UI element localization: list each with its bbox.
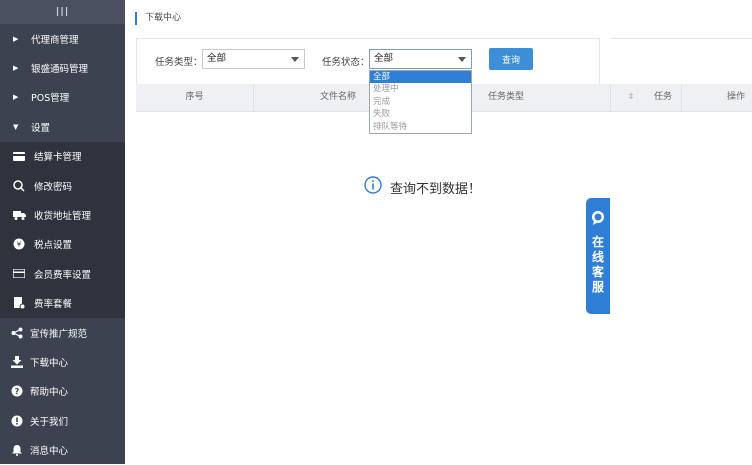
caret-down-icon: ▼ <box>13 122 19 131</box>
chevron-down-icon <box>458 57 466 62</box>
sidebar-item-label: 代理商管理 <box>31 34 79 46</box>
column-divider <box>681 84 682 111</box>
key-icon <box>12 179 26 193</box>
task-status-value: 全部 <box>374 53 394 64</box>
info-icon <box>364 176 382 198</box>
chevron-down-icon <box>291 57 299 62</box>
sidebar-item-settings[interactable]: ▼ 设置 <box>0 112 125 141</box>
sidebar-item-label: 结算卡管理 <box>34 152 82 164</box>
sidebar-item-change-password[interactable]: 修改密码 <box>0 170 125 201</box>
caret-right-icon: ▶ <box>13 64 19 73</box>
dropdown-option-failed[interactable]: 失败 <box>370 108 471 120</box>
empty-state: 查询不到数据！ <box>364 176 481 198</box>
dropdown-option-complete[interactable]: 完成 <box>370 96 471 108</box>
column-divider <box>610 84 611 111</box>
sidebar-item-about-us[interactable]: 关于我们 <box>0 406 125 435</box>
svg-text:¥: ¥ <box>17 241 22 249</box>
bell-icon <box>10 443 24 457</box>
task-status-dropdown: 全部 处理中 完成 失败 排队等待 <box>369 70 472 134</box>
caret-right-icon: ▶ <box>13 93 19 102</box>
package-icon <box>12 296 26 310</box>
sidebar-item-help-center[interactable]: ? 帮助中心 <box>0 377 125 406</box>
rate-card-icon <box>12 267 26 281</box>
sidebar-item-label: 费率套餐 <box>34 299 73 311</box>
sidebar-item-pos-management[interactable]: ▶ POS管理 <box>0 83 125 112</box>
online-service-label: 在线客服 <box>591 235 604 294</box>
online-service-widget[interactable]: 在线客服 <box>586 198 610 314</box>
sidebar-collapse-toggle[interactable]: III <box>0 0 125 24</box>
task-type-label: 任务类型： <box>155 57 203 68</box>
sidebar-item-rate-package[interactable]: 费率套餐 <box>0 288 125 318</box>
main-content: 下载中心 任务类型： 全部 任务状态： 全部 查询 序号 文件名称 任务类型 ‡… <box>125 0 752 464</box>
sidebar-nav: ▶ 代理商管理 ▶ 银盛通码管理 ▶ POS管理 ▼ 设置 结算卡管理 修改密码 <box>0 24 125 465</box>
sidebar-item-label: 银盛通码管理 <box>31 64 89 76</box>
sidebar-item-promotion-rules[interactable]: 宣传推广规范 <box>0 318 125 347</box>
sidebar-item-label: 收货地址管理 <box>34 211 92 223</box>
task-status-select[interactable]: 全部 <box>369 49 472 69</box>
dropdown-option-queued[interactable]: 排队等待 <box>370 121 471 133</box>
sidebar-item-settlement-card[interactable]: 结算卡管理 <box>0 141 125 171</box>
sidebar-item-label: 下载中心 <box>30 357 69 369</box>
task-type-select[interactable]: 全部 <box>202 49 305 69</box>
sidebar-item-label: 消息中心 <box>30 446 69 458</box>
sidebar-item-agent-management[interactable]: ▶ 代理商管理 <box>0 24 125 53</box>
sidebar-item-shipping-address[interactable]: 收货地址管理 <box>0 200 125 230</box>
empty-message: 查询不到数据！ <box>390 181 482 197</box>
svg-text:?: ? <box>15 387 20 396</box>
sidebar-item-label: 帮助中心 <box>30 387 69 399</box>
sidebar-item-label: 关于我们 <box>30 416 69 428</box>
download-icon <box>10 355 24 369</box>
query-button[interactable]: 查询 <box>489 48 533 70</box>
breadcrumb: 下载中心 <box>135 12 181 25</box>
sidebar-item-member-rate[interactable]: 会员费率设置 <box>0 259 125 289</box>
caret-right-icon: ▶ <box>13 34 19 43</box>
sidebar-item-code-management[interactable]: ▶ 银盛通码管理 <box>0 53 125 82</box>
sidebar-item-message-center[interactable]: 消息中心 <box>0 435 125 464</box>
sidebar-item-label: 税点设置 <box>34 240 73 252</box>
card-icon <box>12 149 26 163</box>
sidebar-item-label: POS管理 <box>31 93 70 105</box>
column-header-partial: ‡ <box>628 92 634 102</box>
right-panel-border <box>610 38 752 40</box>
truck-icon <box>12 208 26 222</box>
sidebar-item-download-center[interactable]: 下载中心 <box>0 347 125 376</box>
chat-bubble-icon <box>590 210 606 229</box>
task-status-label: 任务状态： <box>322 57 370 68</box>
sidebar-item-tax-settings[interactable]: ¥ 税点设置 <box>0 229 125 260</box>
help-icon: ? <box>10 384 24 398</box>
share-icon <box>10 326 24 340</box>
sidebar-item-label: 设置 <box>31 122 51 134</box>
dropdown-option-all[interactable]: 全部 <box>370 71 471 84</box>
info-icon <box>10 414 24 428</box>
sidebar-item-label: 宣传推广规范 <box>30 328 88 340</box>
task-type-value: 全部 <box>207 53 227 64</box>
column-header-index: 序号 <box>185 92 204 102</box>
dropdown-option-processing[interactable]: 处理中 <box>370 83 471 95</box>
sidebar-item-label: 会员费率设置 <box>34 269 92 281</box>
column-header-actions: 操作 <box>726 92 745 102</box>
sidebar-item-label: 修改密码 <box>34 181 73 193</box>
tax-icon: ¥ <box>12 237 26 251</box>
column-header-task: 任务 <box>653 92 672 102</box>
sidebar: III ▶ 代理商管理 ▶ 银盛通码管理 ▶ POS管理 ▼ 设置 结算卡管理 <box>0 0 125 464</box>
